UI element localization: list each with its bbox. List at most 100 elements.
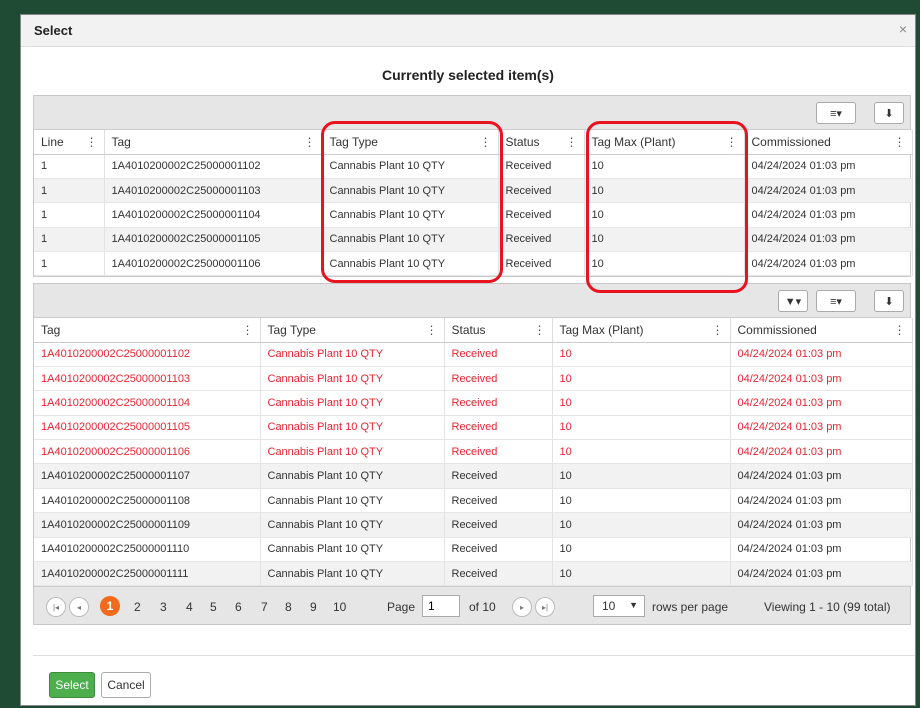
column-options-icon[interactable]: ⋮ (304, 135, 316, 149)
column-options-icon[interactable]: ⋮ (894, 323, 906, 337)
column-header[interactable]: Tag Max (Plant) ⋮ (552, 318, 731, 343)
selected-items-table: Line ⋮ Tag ⋮ Tag Type ⋮ Status ⋮ Tag Max (Plant)… (34, 130, 913, 277)
column-options-icon[interactable]: ⋮ (894, 135, 906, 149)
column-options-icon[interactable]: ⋮ (242, 323, 254, 337)
table-cell: 1A4010200002C25000001103 (34, 366, 261, 392)
column-header[interactable]: Line ⋮ (34, 130, 105, 155)
table-cell: Cannabis Plant 10 QTY (260, 512, 445, 538)
table-cell: 10 (584, 178, 745, 204)
first-page-button[interactable]: |◂ (46, 597, 66, 618)
table-cell: Cannabis Plant 10 QTY (260, 342, 445, 367)
table-row[interactable]: 1A4010200002C25000001106 Cannabis Plant 1… (34, 439, 913, 465)
table-cell: Received (444, 342, 553, 367)
table-cell: Cannabis Plant 10 QTY (322, 178, 499, 204)
table-cell: Received (444, 537, 553, 563)
table-row[interactable]: 1 1A4010200002C25000001102 Cannabis Plant … (34, 154, 913, 179)
table-cell: 10 (552, 488, 731, 514)
rows-per-page-label: rows per page (652, 600, 729, 615)
table-row[interactable]: 1 1A4010200002C25000001106 Cannabis Plant … (34, 251, 913, 277)
column-options-icon[interactable]: ⋮ (426, 323, 438, 337)
table-row[interactable]: 1A4010200002C25000001105 Cannabis Plant 1… (34, 415, 913, 441)
last-page-button[interactable]: ▸| (535, 597, 555, 618)
column-header-label: Tag (111, 134, 131, 149)
table-cell: 04/24/2024 01:03 pm (744, 178, 913, 204)
column-options-icon[interactable]: ⋮ (534, 323, 546, 337)
table-cell: 1A4010200002C25000001106 (104, 251, 323, 277)
page-2-button[interactable]: 2 (134, 600, 141, 614)
table-cell: 10 (552, 342, 731, 367)
column-header[interactable]: Status ⋮ (444, 318, 553, 343)
column-header[interactable]: Tag Type ⋮ (260, 318, 445, 343)
table-row[interactable]: 1A4010200002C25000001103 Cannabis Plant 1… (34, 366, 913, 392)
page-3-button[interactable]: 3 (160, 600, 167, 614)
table-row[interactable]: 1A4010200002C25000001110 Cannabis Plant 1… (34, 537, 913, 563)
cancel-button[interactable]: Cancel (101, 672, 151, 698)
table-cell: Received (498, 154, 585, 179)
table-row[interactable]: 1 1A4010200002C25000001105 Cannabis Plant … (34, 227, 913, 253)
table-cell: 1 (34, 154, 105, 179)
table-row[interactable]: 1A4010200002C25000001109 Cannabis Plant 1… (34, 512, 913, 538)
table-row[interactable]: 1 1A4010200002C25000001104 Cannabis Plant … (34, 202, 913, 228)
page-5-button[interactable]: 5 (210, 600, 217, 614)
table-cell: 1A4010200002C25000001102 (34, 342, 261, 367)
prev-page-button[interactable]: ◂ (69, 597, 89, 618)
table-cell: 10 (552, 439, 731, 465)
grid-toolbar: ≡▾ ⬇ (34, 96, 910, 130)
close-icon[interactable]: × (899, 21, 907, 37)
table-cell: Cannabis Plant 10 QTY (260, 439, 445, 465)
table-row[interactable]: 1A4010200002C25000001104 Cannabis Plant 1… (34, 390, 913, 416)
column-options-icon[interactable]: ⋮ (480, 135, 492, 149)
download-button[interactable]: ⬇ (874, 102, 904, 124)
menu-icon: ≡▾ (830, 295, 842, 308)
column-header[interactable]: Commissioned ⋮ (744, 130, 913, 155)
page-6-button[interactable]: 6 (235, 600, 242, 614)
rows-per-page-select[interactable]: 10 ▼ (593, 595, 645, 618)
page-10-button[interactable]: 10 (333, 600, 346, 614)
page-total: of 10 (469, 600, 496, 615)
table-cell: Cannabis Plant 10 QTY (260, 415, 445, 441)
select-button[interactable]: Select (49, 672, 95, 698)
table-cell: Received (498, 178, 585, 204)
column-header[interactable]: Tag ⋮ (104, 130, 323, 155)
column-header[interactable]: Commissioned ⋮ (730, 318, 913, 343)
column-header[interactable]: Status ⋮ (498, 130, 585, 155)
table-row[interactable]: 1 1A4010200002C25000001103 Cannabis Plant … (34, 178, 913, 204)
column-header[interactable]: Tag Type ⋮ (322, 130, 499, 155)
column-header[interactable]: Tag ⋮ (34, 318, 261, 343)
column-options-icon[interactable]: ⋮ (726, 135, 738, 149)
table-row[interactable]: 1A4010200002C25000001107 Cannabis Plant 1… (34, 463, 913, 489)
column-options-icon[interactable]: ⋮ (86, 135, 98, 149)
table-cell: 1A4010200002C25000001105 (34, 415, 261, 441)
download-icon: ⬇ (884, 107, 894, 120)
page-9-button[interactable]: 9 (310, 600, 317, 614)
menu-icon: ≡▾ (830, 107, 842, 120)
column-header-label: Commissioned (751, 134, 831, 149)
column-header-label: Status (505, 134, 540, 149)
table-cell: Received (444, 390, 553, 416)
column-options-icon[interactable]: ⋮ (566, 135, 578, 149)
table-row[interactable]: 1A4010200002C25000001108 Cannabis Plant 1… (34, 488, 913, 514)
filter-button[interactable]: ▼▾ (778, 290, 808, 312)
page-8-button[interactable]: 8 (285, 600, 292, 614)
table-cell: 10 (584, 154, 745, 179)
selected-items-grid: ≡▾ ⬇ Line ⋮ Tag ⋮ Tag Type ⋮ Status ⋮ Tag Max (P… (33, 95, 913, 278)
column-menu-button[interactable]: ≡▾ (816, 102, 856, 124)
next-page-button[interactable]: ▸ (512, 597, 532, 618)
page-input[interactable] (422, 595, 460, 618)
column-header-label: Tag Max (Plant) (591, 134, 676, 149)
table-cell: 04/24/2024 01:03 pm (744, 251, 913, 277)
table-row[interactable]: 1A4010200002C25000001102 Cannabis Plant 1… (34, 342, 913, 367)
page-7-button[interactable]: 7 (261, 600, 268, 614)
column-header[interactable]: Tag Max (Plant) ⋮ (584, 130, 745, 155)
page-1-button[interactable]: 1 (100, 596, 120, 617)
column-options-icon[interactable]: ⋮ (712, 323, 724, 337)
page-4-button[interactable]: 4 (186, 600, 193, 614)
download-button[interactable]: ⬇ (874, 290, 904, 312)
section-title: Currently selected item(s) (382, 67, 554, 83)
column-menu-button[interactable]: ≡▾ (816, 290, 856, 312)
table-cell: 04/24/2024 01:03 pm (730, 342, 913, 367)
available-items-table: Tag ⋮ Tag Type ⋮ Status ⋮ Tag Max (Plant) ⋮ Comm… (34, 318, 913, 587)
table-cell: Received (498, 227, 585, 253)
table-cell: 1A4010200002C25000001111 (34, 561, 261, 587)
table-row[interactable]: 1A4010200002C25000001111 Cannabis Plant 1… (34, 561, 913, 587)
